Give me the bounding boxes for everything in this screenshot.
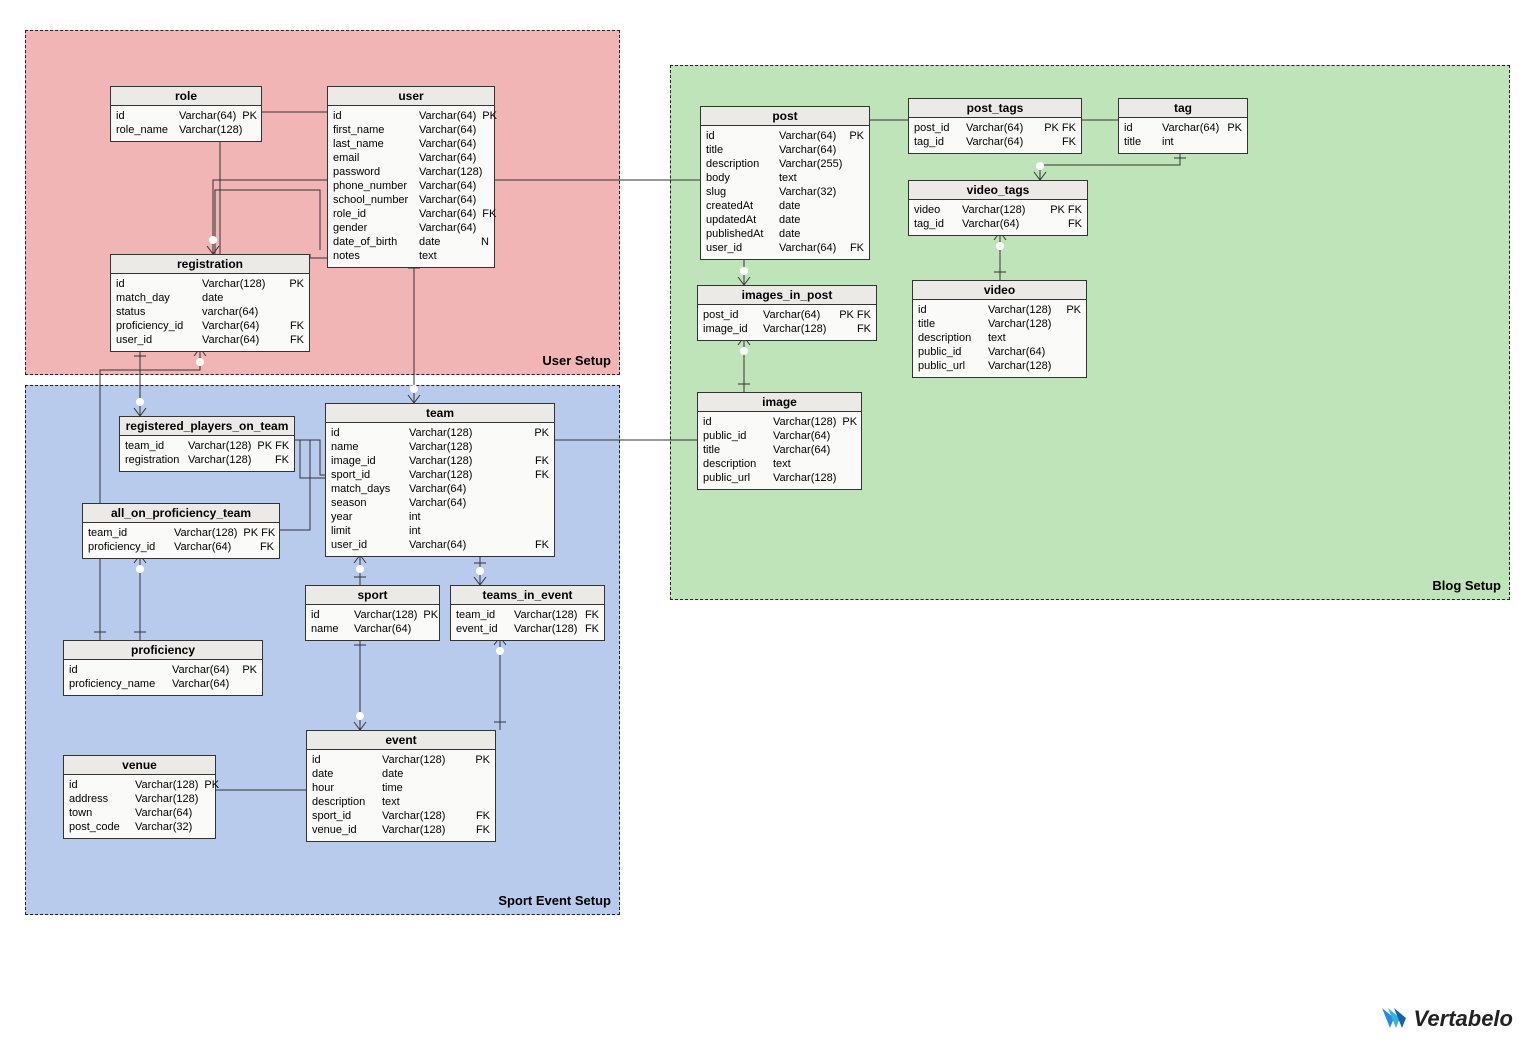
table-tag-title: tag xyxy=(1119,99,1247,118)
table-images-in-post: images_in_post post_idVarchar(64)PK FK i… xyxy=(697,285,877,341)
table-rpot-title: registered_players_on_team xyxy=(120,417,294,436)
table-video-tags: video_tags videoVarchar(128)PK FK tag_id… xyxy=(908,180,1088,236)
table-registration-title: registration xyxy=(111,255,309,274)
table-teams-in-event: teams_in_event team_idVarchar(128)FK eve… xyxy=(450,585,605,641)
table-tag: tag idVarchar(64)PK titleint xyxy=(1118,98,1248,154)
table-venue: venue idVarchar(128)PK addressVarchar(12… xyxy=(63,755,216,839)
table-role-title: role xyxy=(111,87,261,106)
table-proficiency: proficiency idVarchar(64)PK proficiency_… xyxy=(63,640,263,696)
table-image: image idVarchar(128)PK public_idVarchar(… xyxy=(697,392,862,490)
table-user-title: user xyxy=(328,87,494,106)
table-video-tags-title: video_tags xyxy=(909,181,1087,200)
table-post-tags: post_tags post_idVarchar(64)PK FK tag_id… xyxy=(908,98,1082,154)
table-all-on-proficiency-team: all_on_proficiency_team team_idVarchar(1… xyxy=(82,503,280,559)
vertabelo-logo-icon xyxy=(1380,1006,1408,1032)
table-teams-in-event-title: teams_in_event xyxy=(451,586,604,605)
table-venue-title: venue xyxy=(64,756,215,775)
vertabelo-logo: Vertabelo xyxy=(1380,1006,1513,1032)
table-team-title: team xyxy=(326,404,554,423)
table-image-title: image xyxy=(698,393,861,412)
table-event-title: event xyxy=(307,731,495,750)
table-post-title: post xyxy=(701,107,869,126)
table-proficiency-title: proficiency xyxy=(64,641,262,660)
table-video: video idVarchar(128)PK titleVarchar(128)… xyxy=(912,280,1087,378)
table-role: role idVarchar(64)PK role_nameVarchar(12… xyxy=(110,86,262,142)
table-registered-players-on-team: registered_players_on_team team_idVarcha… xyxy=(119,416,295,472)
vertabelo-logo-text: Vertabelo xyxy=(1414,1006,1513,1032)
table-registration: registration idVarchar(128)PK match_dayd… xyxy=(110,254,310,352)
table-sport-title: sport xyxy=(306,586,439,605)
region-blog-setup-label: Blog Setup xyxy=(1432,578,1501,593)
table-team: team idVarchar(128)PK nameVarchar(128) i… xyxy=(325,403,555,557)
table-post: post idVarchar(64)PK titleVarchar(64) de… xyxy=(700,106,870,260)
region-sport-setup-label: Sport Event Setup xyxy=(498,893,611,908)
table-video-title: video xyxy=(913,281,1086,300)
table-images-in-post-title: images_in_post xyxy=(698,286,876,305)
table-aopt-title: all_on_proficiency_team xyxy=(83,504,279,523)
table-user: user idVarchar(64)PK first_nameVarchar(6… xyxy=(327,86,495,268)
table-post-tags-title: post_tags xyxy=(909,99,1081,118)
table-event: event idVarchar(128)PK datedate hourtime… xyxy=(306,730,496,842)
region-user-setup-label: User Setup xyxy=(542,353,611,368)
table-sport: sport idVarchar(128)PK nameVarchar(64) xyxy=(305,585,440,641)
